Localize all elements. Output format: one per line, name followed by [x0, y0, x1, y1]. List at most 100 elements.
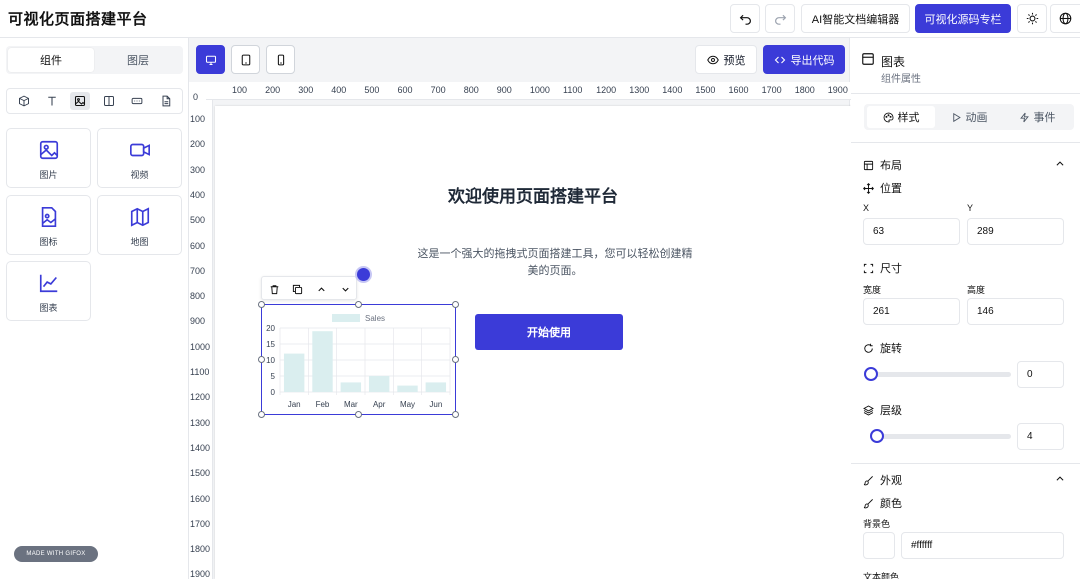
rotation-input[interactable]: 0: [1017, 361, 1064, 388]
ruler-label: 0: [193, 92, 199, 102]
field-group-label: 层级: [880, 405, 902, 417]
export-code-button[interactable]: 导出代码: [763, 45, 845, 74]
resize-handle[interactable]: [355, 411, 362, 418]
component-image[interactable]: 图片: [6, 128, 91, 188]
gifox-badge: MADE WITH GIFOX: [14, 546, 98, 562]
resize-handle[interactable]: [452, 411, 459, 418]
ruler-label: 1900: [827, 85, 848, 95]
legend-label: Sales: [365, 314, 385, 323]
source-column-button[interactable]: 可视化源码专栏: [915, 4, 1011, 33]
ruler-label: 1400: [662, 85, 683, 95]
ai-editor-button[interactable]: AI智能文档编辑器: [801, 4, 910, 33]
height-input[interactable]: 146: [967, 298, 1064, 325]
export-label: 导出代码: [790, 54, 835, 67]
start-button[interactable]: 开始使用: [475, 314, 623, 350]
resize-handle[interactable]: [258, 356, 265, 363]
category-layout[interactable]: [99, 92, 119, 110]
rotation-slider[interactable]: [864, 367, 1011, 381]
resize-handle[interactable]: [452, 356, 459, 363]
tab-events[interactable]: 事件: [1003, 106, 1071, 128]
category-basic[interactable]: [14, 92, 34, 110]
category-document[interactable]: [156, 92, 176, 110]
chart-component[interactable]: Sales 0 5 10 15 20 Jan Feb Mar Apr May Jun: [261, 304, 456, 415]
tablet-icon: [241, 54, 250, 65]
ruler-label: 1100: [563, 85, 583, 95]
page-canvas[interactable]: 欢迎使用页面搭建平台 这是一个强大的拖拽式页面搭建工具，您可以轻松创建精 美的页…: [215, 106, 851, 579]
undo-icon: [739, 14, 751, 25]
width-input[interactable]: 261: [863, 298, 960, 325]
size-label: 尺寸: [863, 260, 902, 276]
category-media[interactable]: [70, 92, 90, 110]
resize-handle[interactable]: [452, 301, 459, 308]
category-form[interactable]: [127, 92, 147, 110]
component-map[interactable]: 地图: [97, 195, 182, 255]
copy-element-button[interactable]: [289, 281, 305, 297]
tab-animation[interactable]: 动画: [935, 106, 1003, 128]
app-header: 可视化页面搭建平台 AI智能文档编辑器 可视化源码专栏: [0, 0, 1080, 38]
resize-handle[interactable]: [258, 411, 265, 418]
left-panel-tabs: 组件 图层: [6, 46, 183, 74]
category-text[interactable]: [42, 92, 62, 110]
device-desktop-button[interactable]: [196, 45, 225, 74]
divider: [851, 142, 1080, 143]
layout-section-header[interactable]: 布局: [863, 157, 902, 173]
bg-color-input[interactable]: #ffffff: [901, 532, 1064, 559]
x-tick-label: May: [400, 400, 415, 409]
chevron-up-icon[interactable]: [1055, 159, 1065, 169]
y-tick-label: 5: [271, 372, 276, 381]
language-button[interactable]: [1050, 4, 1080, 33]
ruler-label: 1700: [761, 85, 782, 95]
resize-handle[interactable]: [355, 301, 362, 308]
zindex-input[interactable]: 4: [1017, 423, 1064, 450]
bar-chart: Sales 0 5 10 15 20 Jan Feb Mar Apr May Jun: [266, 314, 451, 409]
play-icon: [952, 112, 961, 122]
tab-style[interactable]: 样式: [867, 106, 935, 128]
zindex-slider[interactable]: [869, 429, 1011, 443]
properties-tabs: 样式 动画 事件: [864, 104, 1074, 130]
component-label: 视频: [130, 170, 149, 180]
x-input[interactable]: 63: [863, 218, 960, 245]
image-file-icon: [41, 207, 57, 227]
component-label: 图标: [39, 237, 58, 247]
move-up-button[interactable]: [313, 281, 329, 297]
image-icon: [74, 95, 86, 107]
ruler-label: 1400: [190, 442, 211, 453]
tab-components[interactable]: 组件: [8, 48, 94, 72]
ruler-label: 1500: [190, 468, 211, 479]
field-group-label: 颜色: [880, 498, 902, 510]
ruler-label: 1000: [529, 85, 550, 95]
x-tick-label: Apr: [373, 400, 386, 409]
ruler-label: 1900: [190, 569, 211, 579]
description-text[interactable]: 这是一个强大的拖拽式页面搭建工具，您可以轻松创建精 美的页面。: [405, 246, 705, 280]
video-icon: [130, 143, 150, 157]
ruler-label: 300: [298, 85, 314, 95]
slider-thumb[interactable]: [864, 367, 878, 381]
theme-toggle-button[interactable]: [1017, 4, 1047, 33]
chart-bar: [368, 376, 390, 392]
appearance-section-header[interactable]: 外观: [863, 472, 902, 488]
component-chart[interactable]: 图表: [6, 261, 91, 321]
x-tick-label: Jan: [288, 400, 301, 409]
properties-panel: 图表 组件属性 样式 动画 事件 布局 位置 X Y 63 289 尺寸 宽度 …: [851, 38, 1080, 579]
redo-button[interactable]: [765, 4, 795, 33]
move-down-button[interactable]: [337, 281, 353, 297]
resize-handle[interactable]: [258, 301, 265, 308]
tab-layers[interactable]: 图层: [95, 48, 181, 72]
component-video[interactable]: 视频: [97, 128, 182, 188]
y-input[interactable]: 289: [967, 218, 1064, 245]
bg-color-swatch[interactable]: [863, 532, 895, 559]
undo-button[interactable]: [730, 4, 760, 33]
preview-button[interactable]: 预览: [695, 45, 757, 74]
eye-icon: [706, 55, 719, 64]
slider-thumb[interactable]: [869, 429, 884, 443]
rotate-handle[interactable]: [355, 266, 372, 283]
text-color-label: 文本颜色: [863, 572, 900, 579]
component-icon[interactable]: 图标: [6, 195, 91, 255]
device-mobile-button[interactable]: [266, 45, 295, 74]
divider: [851, 463, 1080, 464]
delete-element-button[interactable]: [266, 281, 282, 297]
device-tablet-button[interactable]: [231, 45, 260, 74]
chevron-up-icon[interactable]: [1055, 474, 1065, 484]
welcome-heading[interactable]: 欢迎使用页面搭建平台: [215, 182, 851, 207]
bolt-icon: [1019, 112, 1029, 122]
